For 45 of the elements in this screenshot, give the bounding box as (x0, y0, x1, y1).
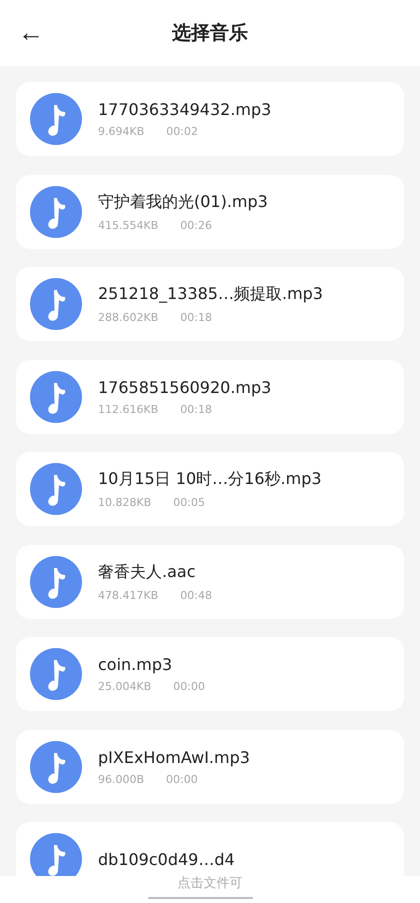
file-size: 25.004KB (98, 680, 152, 693)
music-note-icon (30, 556, 82, 608)
file-name: db109c0d49…d4 (98, 850, 235, 868)
file-duration: 00:18 (180, 402, 212, 416)
file-name: 守护着我的光(01).mp3 (98, 192, 268, 212)
back-button[interactable]: ← (14, 18, 48, 46)
music-file-item[interactable]: 奢香夫人.aac 478.417KB 00:48 (16, 544, 404, 618)
music-note-icon (30, 93, 82, 145)
music-note-icon (30, 370, 82, 422)
file-size: 9.694KB (98, 125, 144, 138)
file-size: 10.828KB (98, 496, 152, 509)
music-note-icon (30, 278, 82, 330)
hint-text: 点击文件可 (178, 876, 242, 892)
file-size: 478.417KB (98, 588, 158, 602)
music-file-item[interactable]: 251218_13385…频提取.mp3 288.602KB 00:18 (16, 267, 404, 341)
file-name: coin.mp3 (98, 655, 174, 674)
music-file-item[interactable]: 1765851560920.mp3 112.616KB 00:18 (16, 360, 404, 434)
file-duration: 00:48 (180, 588, 212, 602)
file-name: pIXExHomAwI.mp3 (98, 748, 250, 766)
file-duration: 00:05 (173, 496, 205, 509)
file-name: 1770363349432.mp3 (98, 100, 272, 119)
music-note-icon (30, 648, 82, 700)
file-name: 251218_13385…频提取.mp3 (98, 284, 323, 305)
file-size: 112.616KB (98, 402, 158, 416)
music-note-icon (30, 186, 82, 238)
file-size: 415.554KB (98, 218, 158, 232)
file-duration: 00:26 (180, 218, 212, 232)
music-file-item[interactable]: db109c0d49…d4 (16, 822, 404, 876)
file-size: 288.602KB (98, 311, 158, 324)
music-file-item[interactable]: 1770363349432.mp3 9.694KB 00:02 (16, 82, 404, 156)
music-file-item[interactable]: pIXExHomAwI.mp3 96.000B 00:00 (16, 730, 404, 804)
file-duration: 00:18 (180, 311, 212, 324)
file-name: 奢香夫人.aac (98, 562, 196, 582)
file-size: 96.000B (98, 772, 144, 786)
music-note-icon (30, 463, 82, 515)
file-name: 1765851560920.mp3 (98, 378, 272, 396)
music-file-item[interactable]: coin.mp3 25.004KB 00:00 (16, 637, 404, 711)
file-duration: 00:02 (166, 125, 198, 138)
page-title: 选择音乐 (172, 21, 248, 46)
file-name: 10月15日 10时…分16秒.mp3 (98, 469, 322, 490)
music-file-item[interactable]: 10月15日 10时…分16秒.mp3 10.828KB 00:05 (16, 452, 404, 526)
file-duration: 00:00 (173, 680, 205, 693)
file-duration: 00:00 (166, 772, 198, 786)
music-note-icon (30, 740, 82, 792)
music-file-item[interactable]: 守护着我的光(01).mp3 415.554KB 00:26 (16, 174, 404, 248)
